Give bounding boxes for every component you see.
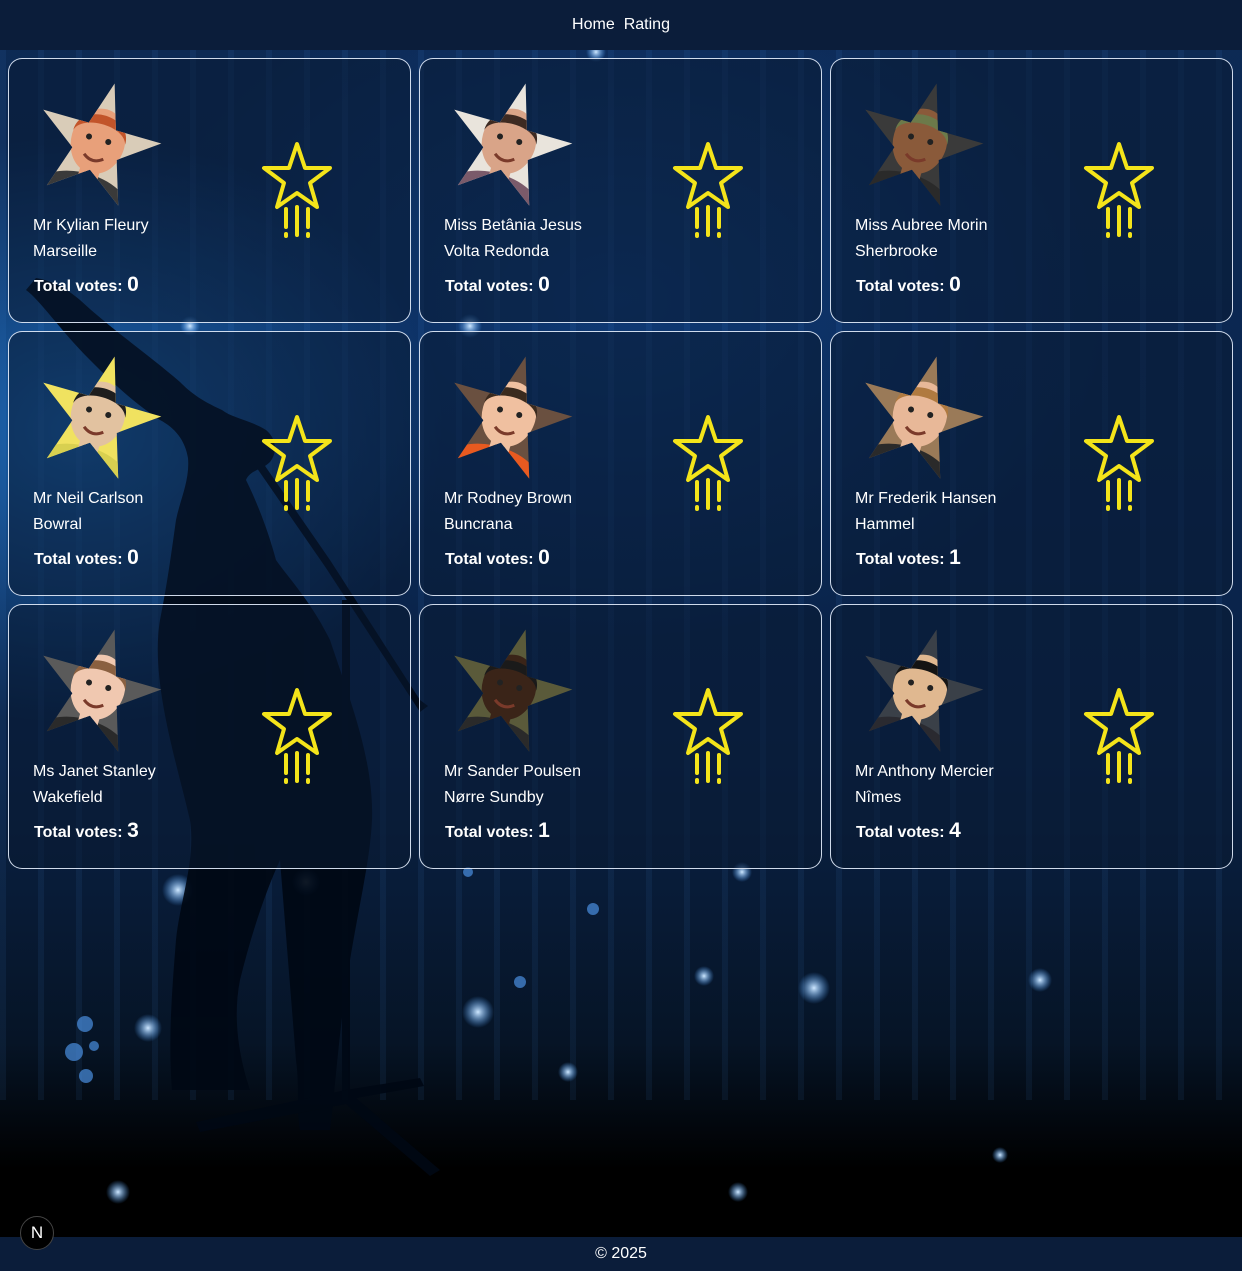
- vote-count: Total votes: 0: [34, 273, 139, 297]
- vote-count: Total votes: 0: [445, 273, 550, 297]
- shooting-star-vote-icon[interactable]: [1083, 139, 1155, 241]
- vote-count: Total votes: 0: [445, 546, 550, 570]
- candidate-city: Nørre Sundby: [444, 789, 544, 806]
- votes-label: Total votes:: [34, 278, 123, 295]
- votes-label: Total votes:: [856, 278, 945, 295]
- candidate-card: Mr Anthony Mercier Nîmes Total votes: 4: [830, 604, 1233, 869]
- avatar: [33, 81, 161, 209]
- candidate-city: Volta Redonda: [444, 243, 549, 260]
- candidate-card: Mr Rodney Brown Buncrana Total votes: 0: [419, 331, 822, 596]
- vote-count: Total votes: 3: [34, 819, 139, 843]
- shooting-star-vote-icon[interactable]: [672, 139, 744, 241]
- vote-count: Total votes: 0: [34, 546, 139, 570]
- avatar: [444, 627, 572, 755]
- candidate-name: Mr Frederik Hansen: [855, 490, 997, 507]
- candidate-card: Mr Sander Poulsen Nørre Sundby Total vot…: [419, 604, 822, 869]
- votes-value: 4: [949, 819, 961, 842]
- candidate-card: Mr Kylian Fleury Marseille Total votes: …: [8, 58, 411, 323]
- top-navigation: Home Rating: [0, 0, 1242, 50]
- votes-label: Total votes:: [34, 551, 123, 568]
- candidate-city: Bowral: [33, 516, 82, 533]
- shooting-star-vote-icon[interactable]: [1083, 412, 1155, 514]
- votes-value: 1: [949, 546, 961, 569]
- shooting-star-vote-icon[interactable]: [672, 412, 744, 514]
- votes-value: 0: [538, 546, 550, 569]
- votes-value: 0: [127, 546, 139, 569]
- shooting-star-vote-icon[interactable]: [672, 685, 744, 787]
- candidate-name: Mr Neil Carlson: [33, 490, 144, 507]
- nav-home-link[interactable]: Home: [572, 16, 615, 34]
- n-badge-icon[interactable]: N: [20, 1216, 54, 1250]
- votes-label: Total votes:: [856, 824, 945, 841]
- avatar: [33, 627, 161, 755]
- votes-value: 0: [127, 273, 139, 296]
- vote-count: Total votes: 1: [856, 546, 961, 570]
- votes-label: Total votes:: [856, 551, 945, 568]
- candidate-city: Marseille: [33, 243, 98, 260]
- avatar: [855, 81, 983, 209]
- avatar: [444, 354, 572, 482]
- candidate-card: Miss Aubree Morin Sherbrooke Total votes…: [830, 58, 1233, 323]
- candidate-card: Mr Frederik Hansen Hammel Total votes: 1: [830, 331, 1233, 596]
- shooting-star-vote-icon[interactable]: [261, 685, 333, 787]
- candidate-name: Miss Aubree Morin: [855, 217, 988, 234]
- candidate-name: Mr Kylian Fleury: [33, 217, 149, 234]
- candidate-city: Buncrana: [444, 516, 513, 533]
- candidate-card: Miss Betânia Jesus Volta Redonda Total v…: [419, 58, 822, 323]
- vote-count: Total votes: 4: [856, 819, 961, 843]
- shooting-star-vote-icon[interactable]: [1083, 685, 1155, 787]
- votes-label: Total votes:: [445, 278, 534, 295]
- votes-value: 3: [127, 819, 139, 842]
- candidate-name: Mr Anthony Mercier: [855, 763, 994, 780]
- avatar: [855, 354, 983, 482]
- votes-label: Total votes:: [34, 824, 123, 841]
- avatar: [33, 354, 161, 482]
- votes-label: Total votes:: [445, 824, 534, 841]
- candidate-card: Mr Neil Carlson Bowral Total votes: 0: [8, 331, 411, 596]
- candidate-city: Nîmes: [855, 789, 902, 806]
- candidate-name: Mr Rodney Brown: [444, 490, 573, 507]
- candidate-name: Ms Janet Stanley: [33, 763, 156, 780]
- avatar: [444, 81, 572, 209]
- vote-count: Total votes: 1: [445, 819, 550, 843]
- votes-value: 1: [538, 819, 550, 842]
- copyright-text: © 2025: [595, 1245, 647, 1262]
- shooting-star-vote-icon[interactable]: [261, 412, 333, 514]
- candidate-name: Miss Betânia Jesus: [444, 217, 582, 234]
- candidate-name: Mr Sander Poulsen: [444, 763, 581, 780]
- avatar: [855, 627, 983, 755]
- votes-value: 0: [949, 273, 961, 296]
- candidate-city: Hammel: [855, 516, 915, 533]
- votes-value: 0: [538, 273, 550, 296]
- nav-rating-link[interactable]: Rating: [624, 16, 670, 34]
- vote-count: Total votes: 0: [856, 273, 961, 297]
- footer: © 2025: [0, 1237, 1242, 1271]
- candidate-city: Sherbrooke: [855, 243, 938, 260]
- candidate-grid: Mr Kylian Fleury Marseille Total votes: …: [8, 58, 1233, 869]
- candidate-city: Wakefield: [33, 789, 103, 806]
- candidate-card: Ms Janet Stanley Wakefield Total votes: …: [8, 604, 411, 869]
- shooting-star-vote-icon[interactable]: [261, 139, 333, 241]
- votes-label: Total votes:: [445, 551, 534, 568]
